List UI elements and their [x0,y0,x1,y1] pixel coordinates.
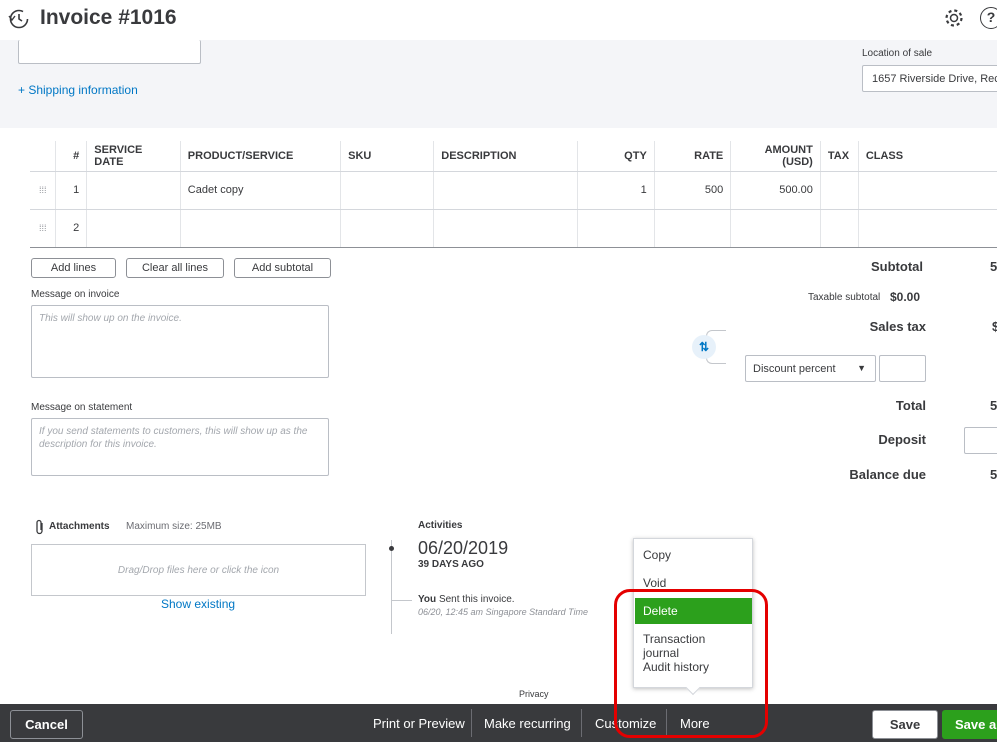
show-existing-link[interactable]: Show existing [161,597,235,611]
message-on-statement-field[interactable]: If you send statements to customers, thi… [31,418,329,476]
sku-cell[interactable] [340,209,434,248]
recent-transactions-icon[interactable] [8,8,30,30]
chevron-down-icon: ▼ [857,363,866,373]
activity-days-ago: 39 DAYS AGO [418,559,484,570]
activity-detail: 06/20, 12:45 am Singapore Standard Time [418,607,589,617]
cancel-label: Cancel [25,717,68,732]
make-recurring-button[interactable]: Make recurring [484,716,571,731]
highlight-annotation-ring [614,589,768,738]
dropzone-text: Drag/Drop files here or click the icon [117,564,280,576]
product-cell[interactable] [179,209,341,248]
gear-icon[interactable] [943,7,965,29]
sales-tax-label: Sales tax [869,319,926,334]
line-items-table: # SERVICE DATE PRODUCT/SERVICE SKU DESCR… [30,141,997,248]
swap-tax-discount-icon[interactable]: ⇅ [692,335,716,359]
message-on-invoice-label: Message on invoice [31,289,120,300]
rate-cell[interactable]: 500 [653,171,731,210]
save-and-send-label: Save an [955,717,997,732]
table-row[interactable]: ⁞⁞⁞ 1 Cadet copy 1 500 500.00 [30,171,997,210]
balance-due-value: 5 [990,467,997,482]
message-on-invoice-field[interactable]: This will show up on the invoice. [31,305,329,378]
discount-type-value: Discount percent [753,363,836,375]
qty-cell[interactable] [577,209,655,248]
shipping-information-link[interactable]: + Shipping information [18,83,138,97]
col-header-qty: QTY [577,141,655,172]
message-on-statement-label: Message on statement [31,402,133,413]
activities-label: Activities [418,520,463,531]
taxable-subtotal-label: Taxable subtotal [808,292,881,303]
col-header-sku: SKU [340,141,434,172]
print-or-preview-button[interactable]: Print or Preview [373,716,465,731]
attachments-label: Attachments [49,521,110,532]
add-lines-button[interactable]: Add lines [31,258,116,278]
class-cell[interactable] [857,171,997,210]
save-button[interactable]: Save [872,710,938,739]
privacy-link[interactable]: Privacy [519,689,549,699]
deposit-label: Deposit [878,432,926,447]
qty-cell[interactable]: 1 [577,171,655,210]
description-cell[interactable] [433,171,578,210]
col-header-amount: AMOUNT (USD) [730,141,821,172]
discount-type-select[interactable]: Discount percent ▼ [745,355,876,382]
total-value: 5 [990,398,997,413]
page-title: Invoice #1016 [40,6,177,29]
col-header-service-date: SERVICE DATE [86,141,181,172]
subtotal-label: Subtotal [871,259,923,274]
amount-cell[interactable] [730,209,821,248]
balance-due-label: Balance due [849,467,926,482]
table-header-row: # SERVICE DATE PRODUCT/SERVICE SKU DESCR… [30,141,997,172]
product-cell[interactable]: Cadet copy [179,171,341,210]
save-and-send-button[interactable]: Save an [942,710,997,739]
total-label: Total [895,398,926,413]
table-row[interactable]: ⁞⁞⁞ 2 [30,209,997,248]
activity-entry: You Sent this invoice. [418,594,515,605]
subtotal-value: 5 [990,259,997,274]
activity-timeline-line [391,540,392,634]
tax-cell[interactable] [819,209,859,248]
service-date-cell[interactable] [86,171,181,210]
rate-cell[interactable] [653,209,731,248]
tax-cell[interactable] [819,171,859,210]
activity-action: Sent this invoice. [438,594,515,605]
taxable-subtotal-value: $0.00 [890,290,921,304]
activity-date: 06/20/2019 [418,538,509,558]
discount-value-input[interactable] [879,355,926,382]
paperclip-icon[interactable] [34,519,46,535]
amount-cell[interactable]: 500.00 [730,171,821,210]
sku-cell[interactable] [340,171,434,210]
col-header-class: CLASS [857,141,997,172]
add-subtotal-button[interactable]: Add subtotal [234,258,331,278]
billing-address-field[interactable] [18,40,201,64]
attachments-dropzone[interactable]: Drag/Drop files here or click the icon [31,544,366,596]
deposit-input[interactable] [964,427,997,454]
col-header-product: PRODUCT/SERVICE [179,141,341,172]
clear-all-lines-button[interactable]: Clear all lines [126,258,224,278]
col-header-tax: TAX [819,141,859,172]
activity-connector [392,600,412,601]
attachments-max-size: Maximum size: 25MB [126,521,222,532]
service-date-cell[interactable] [86,209,181,248]
location-of-sale-label: Location of sale [862,48,933,59]
col-header-num: # [55,141,87,172]
row-number: 1 [55,171,87,210]
cancel-button[interactable]: Cancel [10,710,83,739]
menu-item-copy[interactable]: Copy [635,542,752,568]
drag-handle-icon[interactable]: ⁞⁞⁞ [30,209,56,248]
activity-timeline-dot [389,546,394,551]
col-header-rate: RATE [653,141,731,172]
activity-who: You [418,594,437,605]
class-cell[interactable] [857,209,997,248]
footer-divider [471,709,472,737]
footer-divider [581,709,582,737]
save-label: Save [889,717,921,732]
drag-col-header [30,141,56,172]
help-icon[interactable]: ? [980,7,997,29]
description-cell[interactable] [433,209,578,248]
col-header-description: DESCRIPTION [433,141,578,172]
sales-tax-value: $ [992,319,997,334]
row-number: 2 [55,209,87,248]
drag-handle-icon[interactable]: ⁞⁞⁞ [30,171,56,210]
location-of-sale-input[interactable]: 1657 Riverside Drive, Rec [862,65,997,92]
